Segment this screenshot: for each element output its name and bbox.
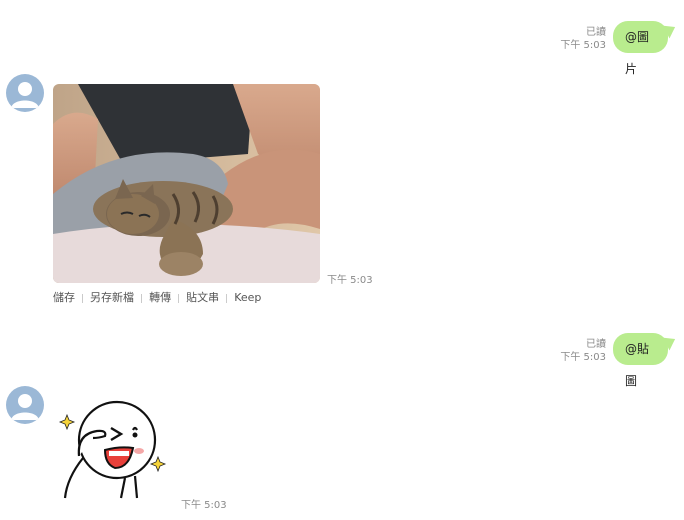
message-time: 下午 5:03 <box>181 500 227 511</box>
post-to-timeline-link[interactable]: 貼文串 <box>186 291 219 304</box>
divider: | <box>177 294 181 304</box>
read-receipt: 已讀 下午 5:03 <box>546 26 606 52</box>
default-user-icon <box>11 82 39 108</box>
message-text: @貼圖 <box>625 342 650 388</box>
save-as-link[interactable]: 另存新檔 <box>90 291 134 304</box>
image-actions: 儲存 | 另存新檔 | 轉傳 | 貼文串 | Keep <box>53 289 261 305</box>
sent-message-bubble[interactable]: @貼圖 <box>613 333 679 388</box>
received-sticker[interactable] <box>55 398 170 500</box>
avatar[interactable] <box>6 74 44 112</box>
message-time: 下午 5:03 <box>327 275 373 286</box>
message-time: 下午 5:03 <box>560 352 606 363</box>
sent-message-bubble[interactable]: @圖片 <box>613 21 679 76</box>
read-status: 已讀 <box>586 27 606 38</box>
cat-photo-image <box>53 84 320 283</box>
message-text: @圖片 <box>625 30 650 76</box>
divider: | <box>225 294 229 304</box>
read-receipt: 已讀 下午 5:03 <box>546 338 606 364</box>
bubble-tail <box>663 333 679 351</box>
avatar[interactable] <box>6 386 44 424</box>
divider: | <box>81 294 85 304</box>
save-link[interactable]: 儲存 <box>53 291 75 304</box>
message-time: 下午 5:03 <box>560 40 606 51</box>
bubble-tail <box>663 21 679 39</box>
forward-link[interactable]: 轉傳 <box>149 291 171 304</box>
default-user-icon <box>11 394 39 420</box>
received-photo[interactable] <box>53 84 320 283</box>
winking-character-sticker <box>58 400 167 499</box>
divider: | <box>140 294 144 304</box>
read-status: 已讀 <box>586 339 606 350</box>
keep-link[interactable]: Keep <box>234 291 261 304</box>
